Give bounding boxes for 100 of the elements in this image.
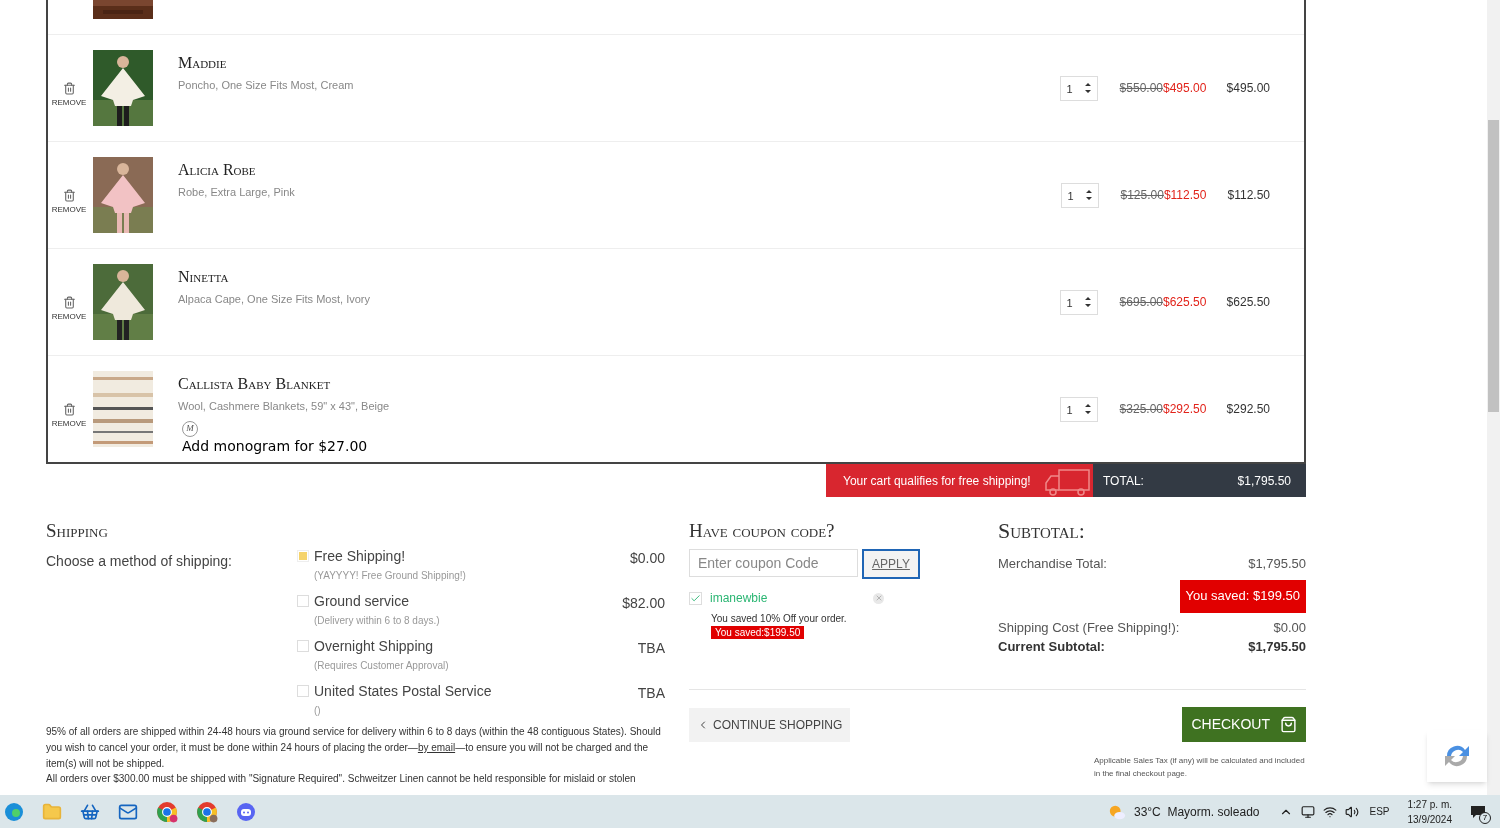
total-value: $1,795.50: [1237, 472, 1291, 490]
option-note: (): [314, 704, 322, 718]
shipping-cost-value: $0.00: [1273, 618, 1306, 637]
option-label: Free Shipping!: [314, 547, 407, 565]
spinner-icon[interactable]: [1084, 187, 1093, 202]
option-price: TBA: [637, 639, 665, 658]
coupon-code: imanewbie: [710, 590, 768, 607]
quantity-field[interactable]: 1: [1060, 183, 1099, 208]
product-details: Robe, Extra Large, Pink: [178, 185, 296, 200]
signature-notice: All orders over $300.00 must be shipped with "Signature Required". Schweitzer Linen cannot be held responsible for mislaid or stolen: [46, 772, 637, 786]
option-note: (Requires Customer Approval): [314, 659, 450, 673]
merchandise-value: $1,795.50: [1248, 555, 1306, 573]
tax-note: Applicable Sales Tax (if any) will be calculated and included in the final checkout page.: [1094, 754, 1306, 780]
apply-button[interactable]: APPLY: [862, 549, 920, 579]
product-details: Alpaca Cape, One Size Fits Most, Ivory: [178, 292, 371, 307]
network-icon[interactable]: [1323, 804, 1338, 819]
volume-icon[interactable]: [1345, 804, 1360, 819]
product-details: Poncho, One Size Fits Most, Cream: [178, 78, 355, 93]
sale-price: $495.00: [1163, 80, 1207, 97]
product-name[interactable]: Maddie: [178, 51, 1060, 75]
trash-icon: [62, 81, 76, 95]
option-price: $0.00: [629, 549, 665, 568]
quantity-field[interactable]: 1: [1059, 76, 1098, 101]
shipping-notice: 95% of all orders are shipped within 24-48 hours via ground service for delivery within 6 to 8 days (within the 48 contiguous States). Should you wish to cancel your order, it must be done within 24 hours of placing the order—by email—to ensure you will not be charged and the item(s) will not be shipped.: [46, 725, 661, 771]
remove-button[interactable]: REMOVE: [51, 188, 87, 216]
sale-price: $625.50: [1163, 294, 1207, 311]
original-price: $695.00: [1119, 294, 1163, 311]
trash-icon: [62, 295, 76, 309]
option-label: Overnight Shipping: [314, 637, 435, 655]
chrome-icon[interactable]: [156, 800, 178, 823]
product-name[interactable]: Ninetta: [178, 265, 1060, 289]
spinner-icon[interactable]: [1083, 401, 1092, 416]
email-link[interactable]: by email: [417, 742, 456, 753]
option-note: (Delivery within 6 to 8 days.): [314, 614, 441, 628]
truck-icon: [1042, 467, 1091, 497]
quantity-field[interactable]: 1: [1059, 397, 1098, 422]
monogram-option[interactable]: Add monogram for $27.00: [182, 435, 1060, 457]
spinner-icon[interactable]: [1083, 80, 1092, 95]
notification-icon[interactable]: [1470, 803, 1486, 820]
product-name[interactable]: Alicia Robe: [178, 158, 1061, 182]
chat-icon[interactable]: [236, 801, 256, 822]
quantity-field[interactable]: 1: [1059, 290, 1098, 315]
trash-icon: [62, 188, 76, 202]
coupon-heading: Have coupon code?: [689, 519, 836, 543]
clock[interactable]: 1:27 p. m. 13/9/2024: [1407, 796, 1452, 827]
product-name[interactable]: Callista Baby Blanket: [178, 372, 1060, 396]
monitor-icon[interactable]: [1301, 804, 1316, 819]
line-total: $112.50: [1227, 187, 1270, 204]
option-label: Ground service: [314, 592, 410, 610]
remove-button[interactable]: REMOVE: [51, 81, 87, 109]
trash-icon: [62, 402, 76, 416]
chrome-icon[interactable]: [196, 800, 218, 823]
language-indicator[interactable]: ESP: [1369, 804, 1390, 819]
shipping-heading: Shipping: [46, 519, 109, 543]
line-total: $495.00: [1226, 80, 1270, 97]
shipping-option[interactable]: Ground service (Delivery within 6 to 8 days.) $82.00: [297, 592, 665, 632]
weather-text[interactable]: 33°C Mayorm. soleado: [1133, 802, 1260, 821]
current-subtotal-label: Current Subtotal:: [998, 638, 1105, 656]
free-shipping-text: Your cart qualifies for free shipping!: [843, 472, 1031, 490]
original-price: $550.00: [1119, 80, 1163, 97]
option-price: $82.00: [622, 594, 665, 613]
saved-badge: You saved: $199.50: [1179, 579, 1306, 613]
shipping-cost-label: Shipping Cost (Free Shipping!):: [998, 618, 1180, 637]
radio-box[interactable]: [297, 550, 309, 562]
subtotal-heading: Subtotal:: [998, 519, 1086, 543]
option-price: TBA: [637, 684, 665, 703]
shipping-option[interactable]: Overnight Shipping (Requires Customer Approval) TBA: [297, 637, 665, 677]
line-total: $292.50: [1226, 401, 1270, 418]
current-subtotal-value: $1,795.50: [1248, 638, 1306, 656]
option-note: (YAYYYY! Free Ground Shipping!): [314, 569, 467, 583]
scrollbar-thumb[interactable]: [1488, 120, 1499, 412]
radio-box[interactable]: [297, 640, 309, 652]
original-price: $125.00: [1120, 187, 1164, 204]
browser-icon[interactable]: [4, 801, 24, 822]
remove-coupon-button[interactable]: [873, 592, 884, 604]
store-icon[interactable]: [80, 801, 100, 822]
radio-box[interactable]: [297, 685, 309, 697]
radio-box[interactable]: [297, 595, 309, 607]
original-price: $325.00: [1119, 401, 1163, 418]
merchandise-label: Merchandise Total:: [998, 555, 1107, 573]
coupon-message: You saved 10% Off your order.: [711, 612, 848, 626]
sale-price: $292.50: [1163, 401, 1207, 418]
checkout-button[interactable]: CHECKOUT: [1182, 706, 1306, 742]
time-text: 1:27 p. m.: [1407, 797, 1452, 812]
sale-price: $112.50: [1163, 187, 1207, 204]
product-details: Wool, Cashmere Blankets, 59" x 43", Beige: [178, 399, 391, 414]
option-label: United States Postal Service: [314, 682, 493, 700]
line-total: $625.50: [1226, 294, 1270, 311]
recaptcha-badge[interactable]: [1427, 730, 1487, 782]
coupon-field[interactable]: Enter coupon Code: [689, 549, 858, 577]
shipping-option[interactable]: United States Postal Service () TBA: [297, 682, 665, 722]
coupon-checkbox[interactable]: [689, 591, 702, 605]
shipping-prompt: Choose a method of shipping:: [46, 552, 233, 571]
remove-button[interactable]: REMOVE: [51, 295, 87, 323]
shipping-option[interactable]: Free Shipping! (YAYYYY! Free Ground Shipping!) $0.00: [297, 547, 665, 587]
spinner-icon[interactable]: [1083, 294, 1092, 309]
continue-shopping-button[interactable]: CONTINUE SHOPPING: [689, 707, 851, 742]
remove-button[interactable]: REMOVE: [51, 402, 87, 430]
total-label: TOTAL:: [1103, 472, 1144, 490]
bag-icon: [1280, 715, 1297, 733]
